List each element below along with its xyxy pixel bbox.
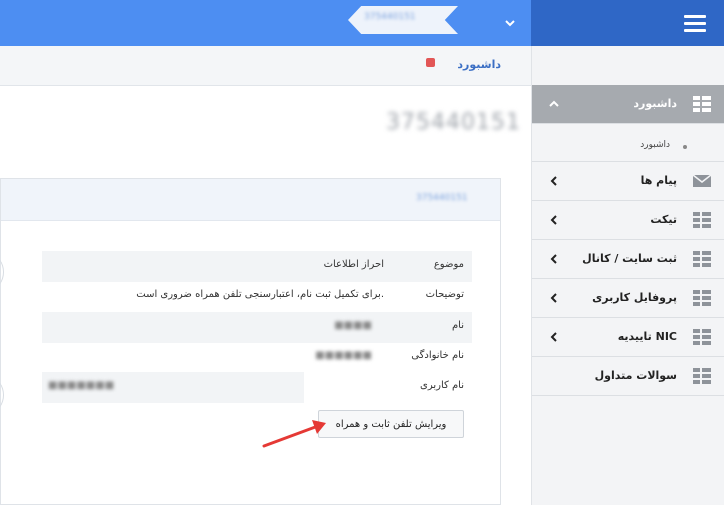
breadcrumb-home-link[interactable]: داشبورد: [457, 58, 501, 71]
sidebar-item-label: ثبت سایت / کانال: [582, 252, 677, 265]
info-row-first-name: نام ■■■■: [42, 312, 472, 343]
chevron-left-icon: [550, 293, 557, 303]
chevron-up-icon: [549, 100, 559, 107]
sidebar-item-nic-verification[interactable]: تاییدیه NIC: [532, 318, 724, 357]
sidebar-subitem-label: داشبورد: [640, 140, 670, 150]
sidebar: داشبورد داشبورد پیام ها تیکت ثبت سایت / …: [531, 46, 724, 505]
panel-header: 375440151: [1, 179, 500, 221]
sidebar-subitem-dashboard[interactable]: داشبورد: [532, 131, 724, 162]
chevron-left-icon: [550, 176, 557, 186]
info-row-last-name: نام خانوادگی ■■■■■■: [42, 342, 472, 373]
sidebar-item-register-site[interactable]: ثبت سایت / کانال: [532, 240, 724, 279]
row-label: توضیحات: [425, 289, 464, 300]
breadcrumb: داشبورد: [0, 46, 531, 86]
row-value: برای تکمیل ثبت نام، اعتبارسنجی تلفن همرا…: [136, 289, 384, 300]
grid-icon: [693, 290, 711, 306]
sidebar-item-label: تاییدیه NIC: [617, 330, 677, 343]
grid-icon: [693, 96, 711, 112]
sidebar-item-messages[interactable]: پیام ها: [532, 162, 724, 201]
sidebar-item-profile[interactable]: پروفایل کاربری: [532, 279, 724, 318]
row-value: ■■■■■■■: [48, 380, 115, 391]
grid-icon: [693, 329, 711, 345]
chevron-left-icon: [550, 215, 557, 225]
sidebar-item-label: تیکت: [650, 213, 677, 226]
sidebar-item-ticket[interactable]: تیکت: [532, 201, 724, 240]
sidebar-item-label: پروفایل کاربری: [592, 291, 677, 304]
page-title: 375440151: [386, 110, 521, 135]
row-value: احراز اطلاعات: [323, 259, 384, 270]
envelope-icon: [693, 174, 711, 187]
sidebar-item-label: پیام ها: [640, 174, 677, 187]
row-label: نام کاربری: [420, 380, 464, 391]
info-row-description: توضیحات برای تکمیل ثبت نام، اعتبارسنجی ت…: [42, 281, 472, 312]
row-value: ■■■■■■: [315, 350, 372, 361]
panel-header-id: 375440151: [416, 193, 468, 203]
grid-icon: [693, 212, 711, 228]
bullet-icon: [683, 145, 687, 149]
row-label: موضوع: [433, 259, 464, 270]
red-arrow-icon: [262, 420, 326, 448]
info-row-username: نام کاربری: [304, 372, 472, 403]
grid-icon: [693, 251, 711, 267]
sidebar-item-label: سوالات متداول: [594, 369, 677, 382]
row-label: نام خانوادگی: [411, 350, 464, 361]
sidebar-item-dashboard[interactable]: داشبورد: [532, 85, 724, 124]
chevron-left-icon: [550, 254, 557, 264]
chevron-left-icon: [550, 332, 557, 342]
edit-phone-button[interactable]: ویرایش تلفن ثابت و همراه: [318, 410, 464, 438]
info-row-subject: موضوع احراز اطلاعات: [42, 251, 472, 282]
grid-icon: [693, 368, 711, 384]
info-row-username-value: ■■■■■■■: [42, 372, 304, 403]
chevron-down-icon[interactable]: [503, 16, 517, 30]
row-label: نام: [451, 320, 464, 331]
sidebar-item-label: داشبورد: [633, 97, 677, 110]
hamburger-icon[interactable]: [684, 15, 706, 33]
row-value: ■■■■: [334, 320, 372, 331]
sidebar-item-faq[interactable]: سوالات متداول: [532, 357, 724, 396]
close-icon[interactable]: [426, 58, 435, 67]
breadcrumb-current-id: 375440151: [364, 12, 416, 22]
